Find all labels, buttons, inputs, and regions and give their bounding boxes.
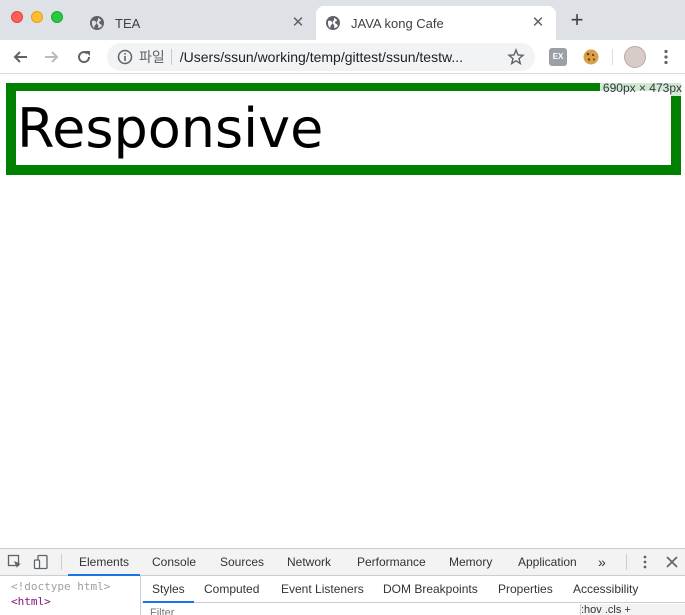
arrow-right-icon bbox=[45, 51, 59, 63]
reload-button[interactable] bbox=[72, 45, 96, 69]
window-minimize-button[interactable] bbox=[31, 11, 43, 23]
tab-application[interactable]: Application bbox=[518, 549, 577, 576]
devtools-panel: Elements Console Sources Network Perform… bbox=[0, 548, 685, 615]
back-button[interactable] bbox=[8, 45, 32, 69]
browser-toolbar: 파일 /Users/ssun/working/temp/gittest/ssun… bbox=[0, 40, 685, 74]
styles-filter-buttons[interactable]: :hov .cls + bbox=[580, 604, 685, 615]
globe-icon bbox=[326, 16, 340, 30]
new-tab-button[interactable]: + bbox=[566, 9, 588, 32]
forward-button[interactable] bbox=[40, 45, 64, 69]
devtools-divider bbox=[61, 554, 62, 570]
scheme-label: 파일 bbox=[139, 49, 165, 65]
devtools-tab-bar: Elements Console Sources Network Perform… bbox=[0, 549, 685, 576]
url-text[interactable]: /Users/ssun/working/temp/gittest/ssun/te… bbox=[180, 49, 507, 65]
dom-tree: <!doctype html> <html> bbox=[0, 576, 141, 615]
dom-line-doctype[interactable]: <!doctype html> bbox=[11, 579, 140, 594]
tab-network[interactable]: Network bbox=[287, 549, 331, 576]
page-viewport: Responsive 690px × 473px bbox=[0, 75, 685, 548]
window-maximize-button[interactable] bbox=[51, 11, 63, 23]
address-bar[interactable]: 파일 /Users/ssun/working/temp/gittest/ssun… bbox=[107, 43, 535, 71]
toolbar-divider bbox=[612, 49, 613, 65]
tab-performance[interactable]: Performance bbox=[357, 549, 426, 576]
device-toolbar-icon[interactable] bbox=[33, 554, 49, 570]
tab-styles[interactable]: Styles bbox=[143, 576, 194, 603]
tab-sources[interactable]: Sources bbox=[220, 549, 264, 576]
tab-java-kong-cafe[interactable]: JAVA kong Cafe ✕ bbox=[316, 6, 556, 40]
tab-computed[interactable]: Computed bbox=[195, 576, 268, 603]
tab-elements[interactable]: Elements bbox=[68, 549, 141, 576]
tab-title: TEA bbox=[115, 15, 141, 31]
responsive-box: Responsive bbox=[6, 83, 681, 175]
info-icon[interactable] bbox=[117, 49, 133, 65]
arrow-left-icon bbox=[13, 51, 27, 63]
tab-properties[interactable]: Properties bbox=[489, 576, 562, 603]
star-icon[interactable] bbox=[507, 48, 525, 66]
close-icon[interactable]: ✕ bbox=[530, 15, 546, 31]
globe-icon bbox=[90, 16, 104, 30]
avatar[interactable] bbox=[624, 46, 646, 68]
tab-event-listeners[interactable]: Event Listeners bbox=[272, 576, 373, 603]
reload-icon bbox=[78, 51, 91, 64]
close-icon[interactable]: ✕ bbox=[290, 15, 306, 31]
tab-dom-breakpoints[interactable]: DOM Breakpoints bbox=[374, 576, 487, 603]
devtools-divider bbox=[626, 554, 627, 570]
tab-memory[interactable]: Memory bbox=[449, 549, 492, 576]
dom-line-html[interactable]: <html> bbox=[11, 594, 140, 609]
viewport-size-overlay: 690px × 473px bbox=[599, 80, 685, 96]
tab-console[interactable]: Console bbox=[152, 549, 196, 576]
tab-tea[interactable]: TEA ✕ bbox=[80, 6, 316, 40]
window-close-button[interactable] bbox=[11, 11, 23, 23]
browser-window: TEA ✕ JAVA kong Cafe ✕ + 파일 /Users/ssun/… bbox=[0, 0, 685, 615]
extension-ex-icon[interactable]: EX bbox=[549, 48, 567, 66]
tab-accessibility[interactable]: Accessibility bbox=[564, 576, 647, 603]
tab-title: JAVA kong Cafe bbox=[351, 15, 444, 31]
cookie-icon[interactable] bbox=[582, 48, 600, 66]
styles-filter-input[interactable]: Filter bbox=[142, 604, 578, 615]
omnibox-divider bbox=[170, 49, 172, 65]
tab-strip: TEA ✕ JAVA kong Cafe ✕ + bbox=[0, 0, 685, 40]
more-vert-icon[interactable] bbox=[637, 554, 653, 570]
page-heading: Responsive bbox=[17, 97, 324, 160]
inspect-element-icon[interactable] bbox=[7, 554, 23, 570]
more-vert-icon[interactable] bbox=[657, 48, 675, 66]
styles-tab-bar: Styles Computed Event Listeners DOM Brea… bbox=[142, 576, 685, 603]
close-icon[interactable] bbox=[664, 554, 680, 570]
more-tabs-button[interactable]: » bbox=[598, 549, 606, 576]
